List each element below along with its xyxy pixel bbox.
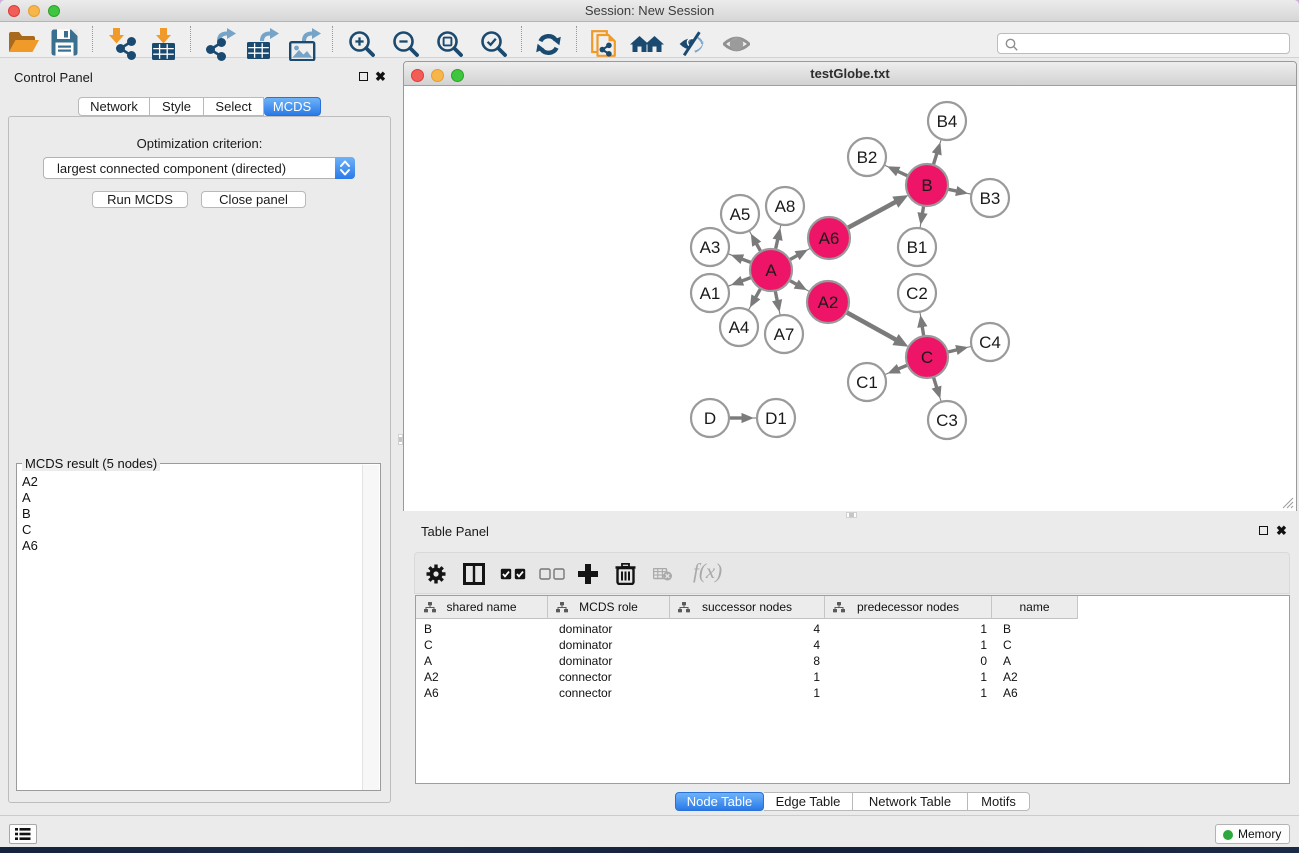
svg-text:C: C [921, 348, 933, 367]
svg-text:B2: B2 [857, 148, 878, 167]
svg-text:A5: A5 [730, 205, 751, 224]
svg-text:B1: B1 [907, 238, 928, 257]
svg-text:A6: A6 [819, 229, 840, 248]
svg-text:A3: A3 [700, 238, 721, 257]
svg-text:B4: B4 [937, 112, 958, 131]
svg-text:C4: C4 [979, 333, 1001, 352]
svg-text:C1: C1 [856, 373, 878, 392]
svg-text:C3: C3 [936, 411, 958, 430]
svg-text:B3: B3 [980, 189, 1001, 208]
svg-text:D1: D1 [765, 409, 787, 428]
svg-text:A7: A7 [774, 325, 795, 344]
svg-text:A: A [765, 261, 777, 280]
svg-text:C2: C2 [906, 284, 928, 303]
svg-text:A2: A2 [818, 293, 839, 312]
svg-text:A4: A4 [729, 318, 750, 337]
svg-text:D: D [704, 409, 716, 428]
svg-text:A1: A1 [700, 284, 721, 303]
svg-text:B: B [921, 176, 932, 195]
svg-text:A8: A8 [775, 197, 796, 216]
